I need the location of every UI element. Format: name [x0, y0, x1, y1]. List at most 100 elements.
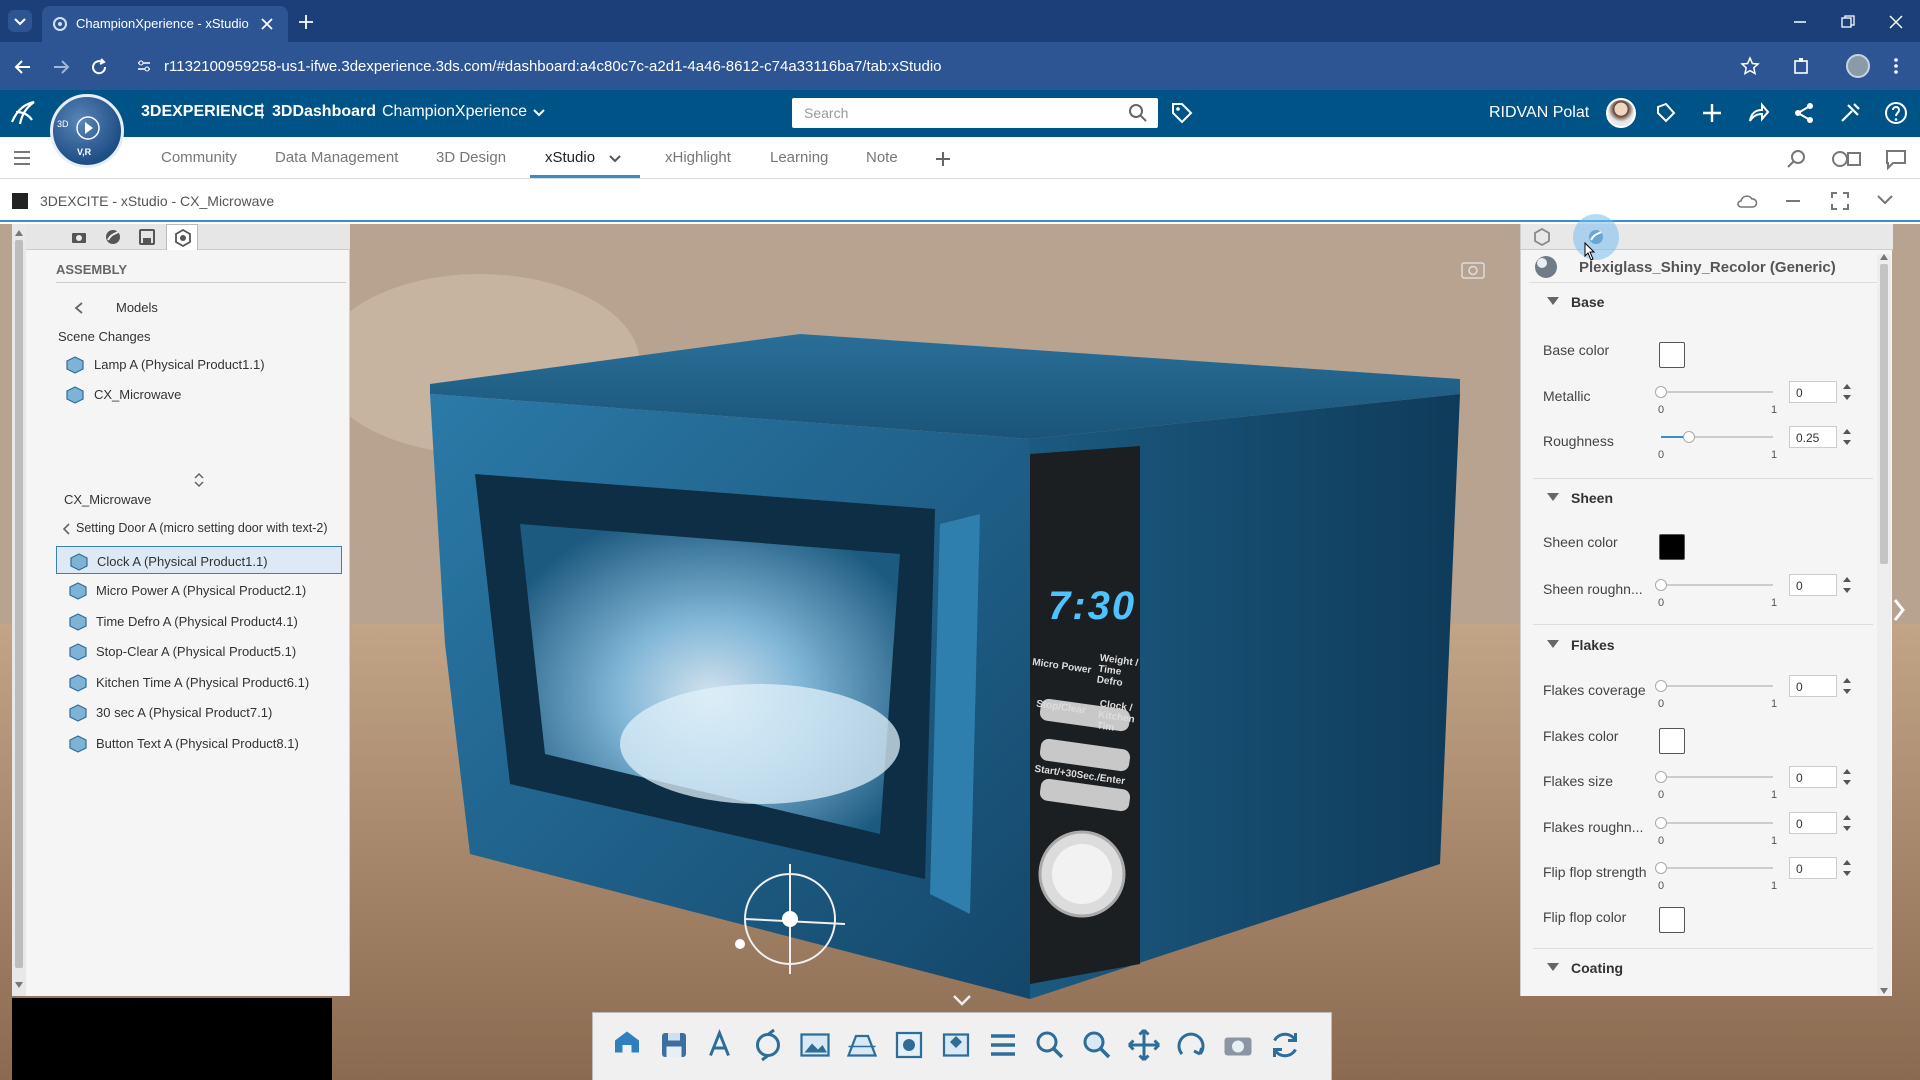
part-item[interactable]: Button Text A (Physical Product8.1) [56, 729, 342, 757]
cloud-icon[interactable] [1736, 192, 1758, 210]
browser-profile-avatar[interactable] [1846, 54, 1870, 78]
camera-icon[interactable] [70, 228, 88, 246]
stepper-icon[interactable] [1839, 675, 1855, 697]
viewport-camera-icon[interactable] [1460, 258, 1486, 280]
share-tag-icon[interactable] [1654, 101, 1678, 125]
hamburger-menu-icon[interactable] [12, 149, 32, 167]
reload-icon[interactable] [90, 58, 108, 76]
add-tab-icon[interactable] [934, 150, 952, 168]
environment-icon[interactable] [844, 1027, 880, 1063]
dashboard-switcher[interactable]: ChampionXperience [382, 100, 552, 128]
tag-icon[interactable] [1170, 101, 1194, 125]
site-settings-icon[interactable] [136, 58, 152, 74]
scroll-down-icon[interactable] [1880, 988, 1888, 994]
numeric-input[interactable]: 0 [1789, 574, 1837, 596]
chevron-down-icon[interactable] [1876, 193, 1894, 207]
browser-menu-icon[interactable] [1888, 56, 1904, 76]
slider-handle[interactable] [1655, 579, 1667, 591]
tab-3d-design[interactable]: 3D Design [436, 149, 506, 166]
scroll-thumb[interactable] [1880, 264, 1888, 564]
base-color-swatch[interactable] [1659, 342, 1685, 368]
slider-handle[interactable] [1655, 386, 1667, 398]
stepper-icon[interactable] [1839, 812, 1855, 834]
assembly-scrollbar[interactable] [12, 224, 26, 996]
numeric-input[interactable]: 0 [1789, 675, 1837, 697]
slider-track[interactable] [1661, 685, 1773, 687]
stepper-icon[interactable] [1839, 574, 1855, 596]
close-window-icon[interactable] [1888, 14, 1904, 30]
camera-icon[interactable] [1220, 1027, 1256, 1063]
forward-icon[interactable] [52, 58, 70, 76]
collapse-right-icon[interactable] [1892, 598, 1906, 622]
user-name[interactable]: RIDVAN Polat [1489, 104, 1589, 122]
scene-item[interactable]: CX_Microwave [56, 380, 342, 408]
list-icon[interactable] [985, 1027, 1021, 1063]
sheen-color-swatch[interactable] [1659, 534, 1685, 560]
tab-xstudio[interactable]: xStudio [545, 149, 595, 166]
flakes-coverage-slider[interactable]: 0 1 0 [1521, 674, 1871, 714]
roughness-slider[interactable]: 0 1 0.25 [1521, 425, 1871, 465]
scroll-up-icon[interactable] [1880, 254, 1888, 260]
restore-window-icon[interactable] [1840, 14, 1856, 30]
cycle-icon[interactable] [1267, 1027, 1303, 1063]
search-content-icon[interactable] [1786, 148, 1808, 170]
chevron-down-icon[interactable] [608, 153, 622, 165]
part-item[interactable]: Kitchen Time A (Physical Product6.1) [56, 668, 342, 696]
numeric-input[interactable]: 0 [1789, 381, 1837, 403]
flakes-size-slider[interactable]: 0 1 0 [1521, 765, 1871, 805]
scene-item[interactable]: Lamp A (Physical Product1.1) [56, 350, 342, 378]
tab-note[interactable]: Note [866, 149, 898, 166]
tab-learning[interactable]: Learning [770, 149, 828, 166]
flakes-roughness-slider[interactable]: 0 1 0 [1521, 811, 1871, 851]
numeric-input[interactable]: 0 [1789, 812, 1837, 834]
scroll-thumb[interactable] [15, 240, 23, 968]
user-avatar[interactable] [1606, 98, 1636, 128]
home-icon[interactable] [609, 1027, 645, 1063]
view-toggle-icon[interactable] [1830, 148, 1862, 170]
stepper-icon[interactable] [1839, 766, 1855, 788]
scroll-up-icon[interactable] [15, 230, 23, 236]
comments-icon[interactable] [1885, 148, 1907, 170]
section-coating-header[interactable]: Coating [1521, 952, 1871, 982]
tab-xhighlight[interactable]: xHighlight [665, 149, 731, 166]
flip-flop-color-swatch[interactable] [1659, 907, 1685, 933]
tab-assembly[interactable] [166, 224, 198, 250]
url-field[interactable]: r1132100959258-us1-ifwe.3dexperience.3ds… [132, 50, 1792, 82]
pan-icon[interactable] [1126, 1027, 1162, 1063]
sheen-roughness-slider[interactable]: 0 1 0 [1521, 573, 1871, 613]
tab-data-management[interactable]: Data Management [275, 149, 398, 166]
search-icon[interactable] [1128, 103, 1148, 123]
back-icon[interactable] [14, 58, 32, 76]
material-library-icon[interactable] [1533, 228, 1551, 246]
slider-handle[interactable] [1655, 771, 1667, 783]
part-item-selected[interactable]: Clock A (Physical Product1.1) [56, 546, 342, 574]
tools-icon[interactable] [1838, 101, 1862, 125]
section-flakes-header[interactable]: Flakes [1521, 629, 1871, 659]
zoom-area-icon[interactable] [1079, 1027, 1115, 1063]
numeric-input[interactable]: 0.25 [1789, 426, 1837, 448]
part-item[interactable]: Stop-Clear A (Physical Product5.1) [56, 637, 342, 665]
slider-track[interactable] [1661, 391, 1773, 393]
stepper-icon[interactable] [1839, 426, 1855, 448]
image-icon[interactable] [797, 1027, 833, 1063]
compass-button[interactable]: 3D V,R [50, 94, 124, 168]
search-input[interactable]: Search [792, 98, 1158, 128]
part-item[interactable]: 30 sec A (Physical Product7.1) [56, 698, 342, 726]
parent-breadcrumb[interactable]: Setting Door A (micro setting door with … [56, 516, 346, 540]
extensions-icon[interactable] [1792, 56, 1812, 76]
browser-tab[interactable]: ChampionXperience - xStudio [42, 6, 288, 42]
slider-handle[interactable] [1655, 817, 1667, 829]
slider-handle[interactable] [1655, 862, 1667, 874]
text-style-icon[interactable] [703, 1027, 739, 1063]
section-base-header[interactable]: Base [1521, 286, 1871, 316]
rotate-icon[interactable] [750, 1027, 786, 1063]
minimize-app-icon[interactable] [1784, 192, 1802, 210]
numeric-input[interactable]: 0 [1789, 766, 1837, 788]
slider-track[interactable] [1661, 822, 1773, 824]
scene-save-icon[interactable] [138, 228, 156, 246]
part-item[interactable]: Time Defro A (Physical Product4.1) [56, 607, 342, 635]
save-icon[interactable] [656, 1027, 692, 1063]
scroll-down-icon[interactable] [15, 982, 23, 988]
resize-handle-icon[interactable] [194, 473, 204, 487]
maximize-icon[interactable] [1830, 191, 1850, 211]
